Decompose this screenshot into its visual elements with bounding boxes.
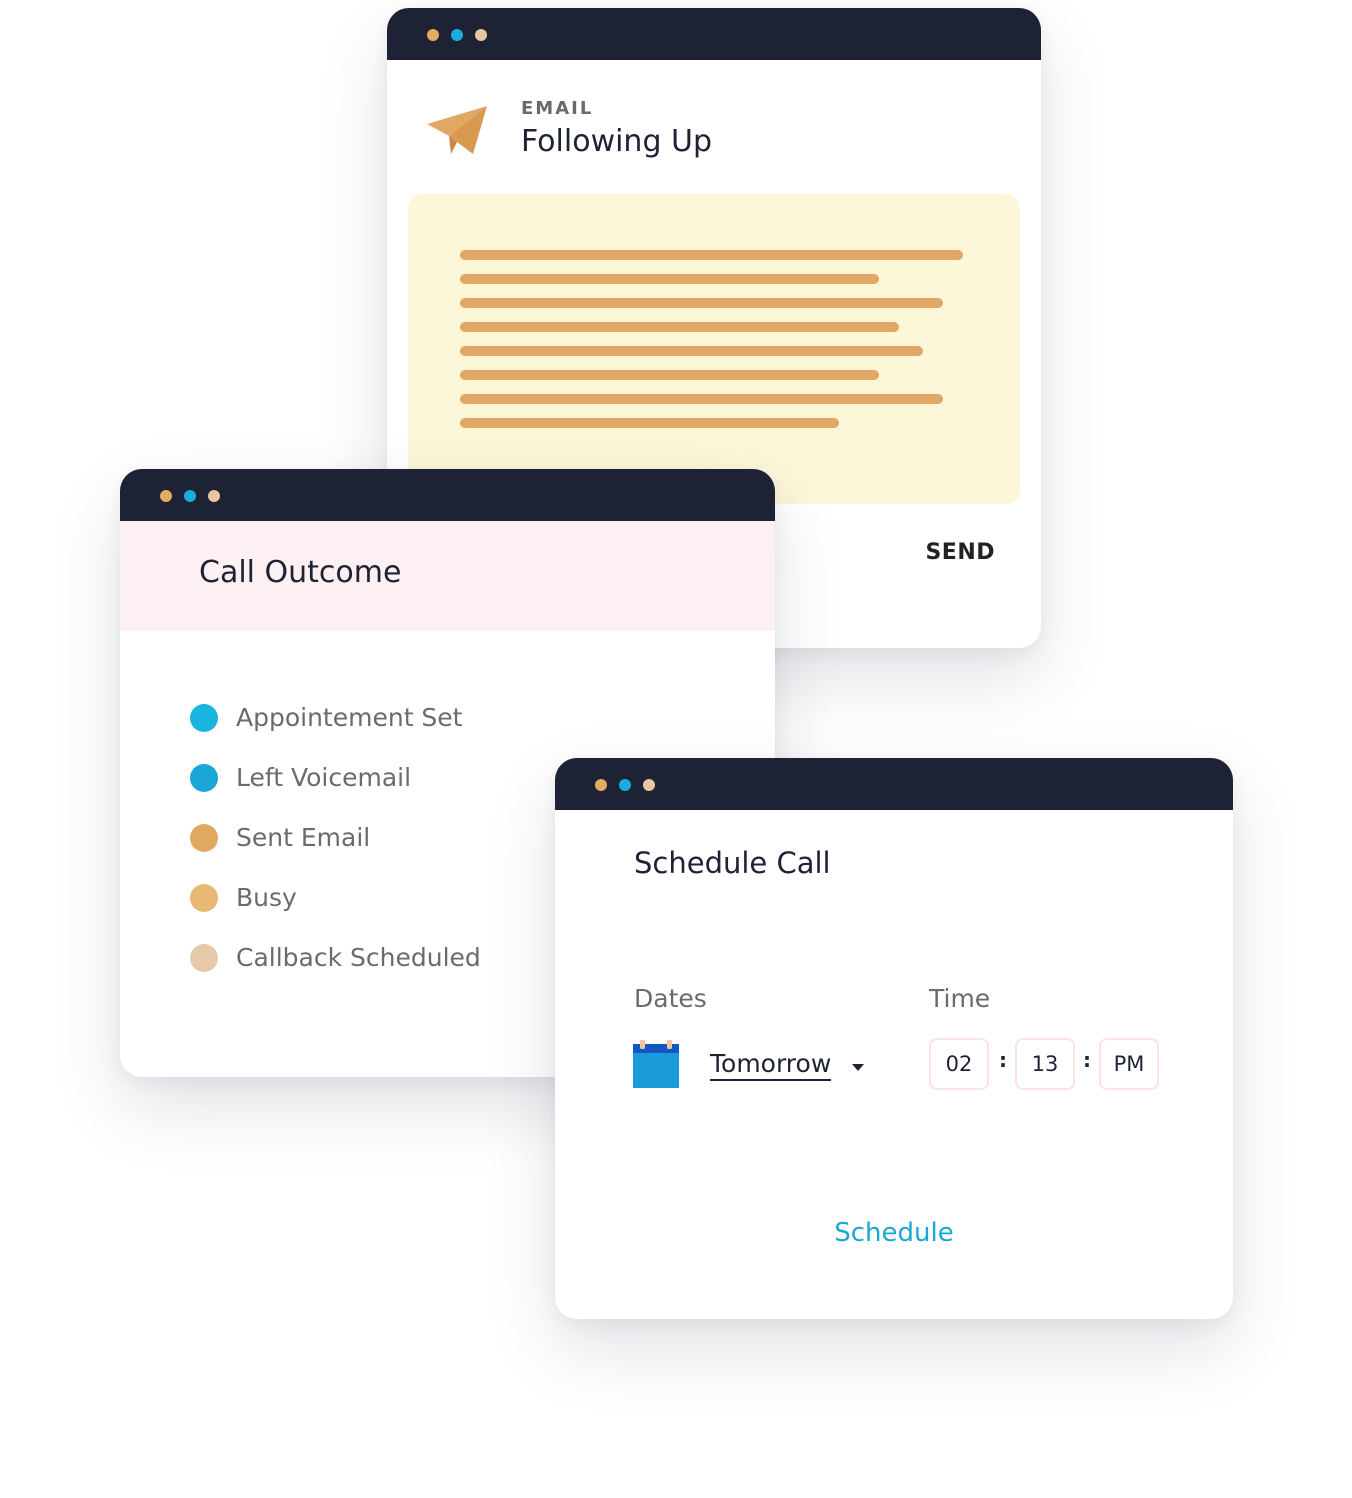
window-dot-beige xyxy=(475,29,487,41)
call-outcome-header: Call Outcome xyxy=(120,521,775,631)
time-separator: : xyxy=(999,1048,1007,1072)
email-eyebrow: EMAIL xyxy=(521,98,594,119)
send-button[interactable]: SEND xyxy=(925,540,995,565)
outcome-label: Left Voicemail xyxy=(236,763,412,792)
schedule-button[interactable]: Schedule xyxy=(555,1218,1233,1248)
window-dot-orange xyxy=(160,490,172,502)
meridiem-select[interactable]: PM xyxy=(1099,1038,1159,1090)
email-text-line xyxy=(460,298,943,308)
status-dot xyxy=(190,884,218,912)
email-text-line xyxy=(460,418,839,428)
status-dot xyxy=(190,704,218,732)
time-label: Time xyxy=(929,984,991,1013)
date-select[interactable]: Tomorrow xyxy=(710,1049,832,1081)
time-separator: : xyxy=(1083,1048,1091,1072)
chevron-down-icon[interactable] xyxy=(852,1064,864,1071)
hour-input[interactable]: 02 xyxy=(929,1038,989,1090)
outcome-label: Busy xyxy=(236,883,297,912)
minute-input[interactable]: 13 xyxy=(1015,1038,1075,1090)
outcome-label: Appointement Set xyxy=(236,703,463,732)
email-titlebar xyxy=(387,8,1041,60)
calendar-icon[interactable] xyxy=(633,1040,679,1088)
window-dot-blue xyxy=(184,490,196,502)
email-text-line xyxy=(460,346,923,356)
status-dot xyxy=(190,944,218,972)
window-dot-blue xyxy=(619,779,631,791)
window-dot-orange xyxy=(595,779,607,791)
email-text-line xyxy=(460,394,943,404)
outcome-label: Sent Email xyxy=(236,823,371,852)
status-dot xyxy=(190,764,218,792)
dates-label: Dates xyxy=(634,984,707,1013)
status-dot xyxy=(190,824,218,852)
schedule-call-title: Schedule Call xyxy=(634,846,831,880)
window-dot-beige xyxy=(643,779,655,791)
window-dot-orange xyxy=(427,29,439,41)
email-title: Following Up xyxy=(521,124,713,159)
schedule-titlebar xyxy=(555,758,1233,810)
email-body[interactable] xyxy=(408,194,1020,504)
email-text-line xyxy=(460,322,899,332)
schedule-call-window: Schedule Call Dates Time Tomorrow 02 : 1… xyxy=(555,758,1233,1319)
email-text-line xyxy=(460,274,879,284)
call-outcome-title: Call Outcome xyxy=(199,555,402,590)
paper-plane-icon xyxy=(427,106,487,154)
window-dot-blue xyxy=(451,29,463,41)
email-text-line xyxy=(460,370,879,380)
email-text-line xyxy=(460,250,963,260)
window-dot-beige xyxy=(208,490,220,502)
outcome-label: Callback Scheduled xyxy=(236,943,481,972)
call-titlebar xyxy=(120,469,775,521)
